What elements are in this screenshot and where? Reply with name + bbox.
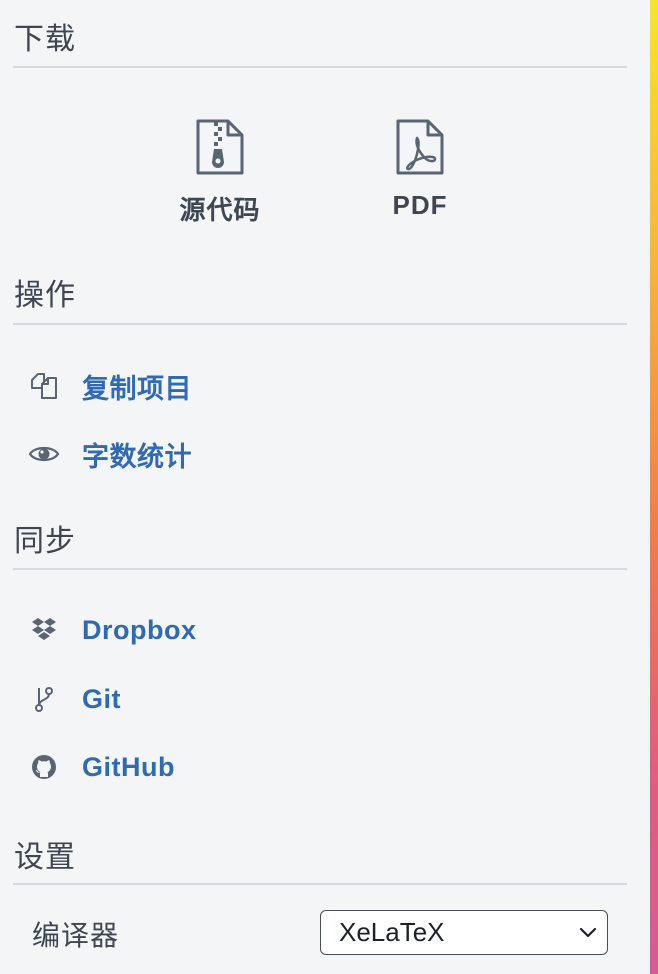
github-sync-button[interactable]: GitHub: [28, 747, 175, 787]
download-pdf-label: PDF: [392, 190, 448, 220]
copy-project-button[interactable]: 复制项目: [28, 366, 192, 406]
section-title-actions: 操作: [14, 279, 76, 312]
git-label: Git: [82, 683, 121, 714]
compiler-label: 编译器: [32, 920, 120, 951]
word-count-button[interactable]: 字数统计: [28, 434, 192, 474]
github-label: GitHub: [82, 751, 175, 782]
git-branch-icon: [28, 683, 60, 715]
download-source-label: 源代码: [179, 195, 261, 225]
chevron-down-icon: [579, 927, 597, 939]
compiler-select-value: XeLaTeX: [339, 917, 445, 947]
divider: [13, 66, 627, 68]
dropbox-icon: [28, 614, 60, 646]
download-pdf-button[interactable]: PDF: [350, 118, 490, 221]
download-source-button[interactable]: 源代码: [150, 118, 290, 227]
accent-scroll-bar: [650, 0, 658, 974]
section-title-download: 下载: [14, 23, 76, 56]
pdf-file-icon: [350, 118, 490, 176]
editor-left-menu: 下载 源代码 PDF 操作 复制项目 字数统计 同步 Dropbox Git G…: [0, 0, 658, 974]
eye-icon: [28, 438, 60, 470]
compiler-select[interactable]: XeLaTeX: [320, 910, 608, 955]
word-count-label: 字数统计: [82, 441, 192, 472]
section-title-settings: 设置: [14, 841, 76, 874]
section-title-sync: 同步: [14, 525, 76, 558]
copy-project-label: 复制项目: [82, 373, 192, 404]
git-sync-button[interactable]: Git: [28, 679, 121, 719]
copy-icon: [28, 370, 60, 402]
divider: [13, 323, 627, 325]
dropbox-label: Dropbox: [82, 614, 197, 645]
divider: [13, 883, 627, 885]
zip-file-icon: [150, 118, 290, 176]
github-icon: [28, 751, 60, 783]
divider: [13, 568, 627, 570]
dropbox-sync-button[interactable]: Dropbox: [28, 610, 197, 650]
